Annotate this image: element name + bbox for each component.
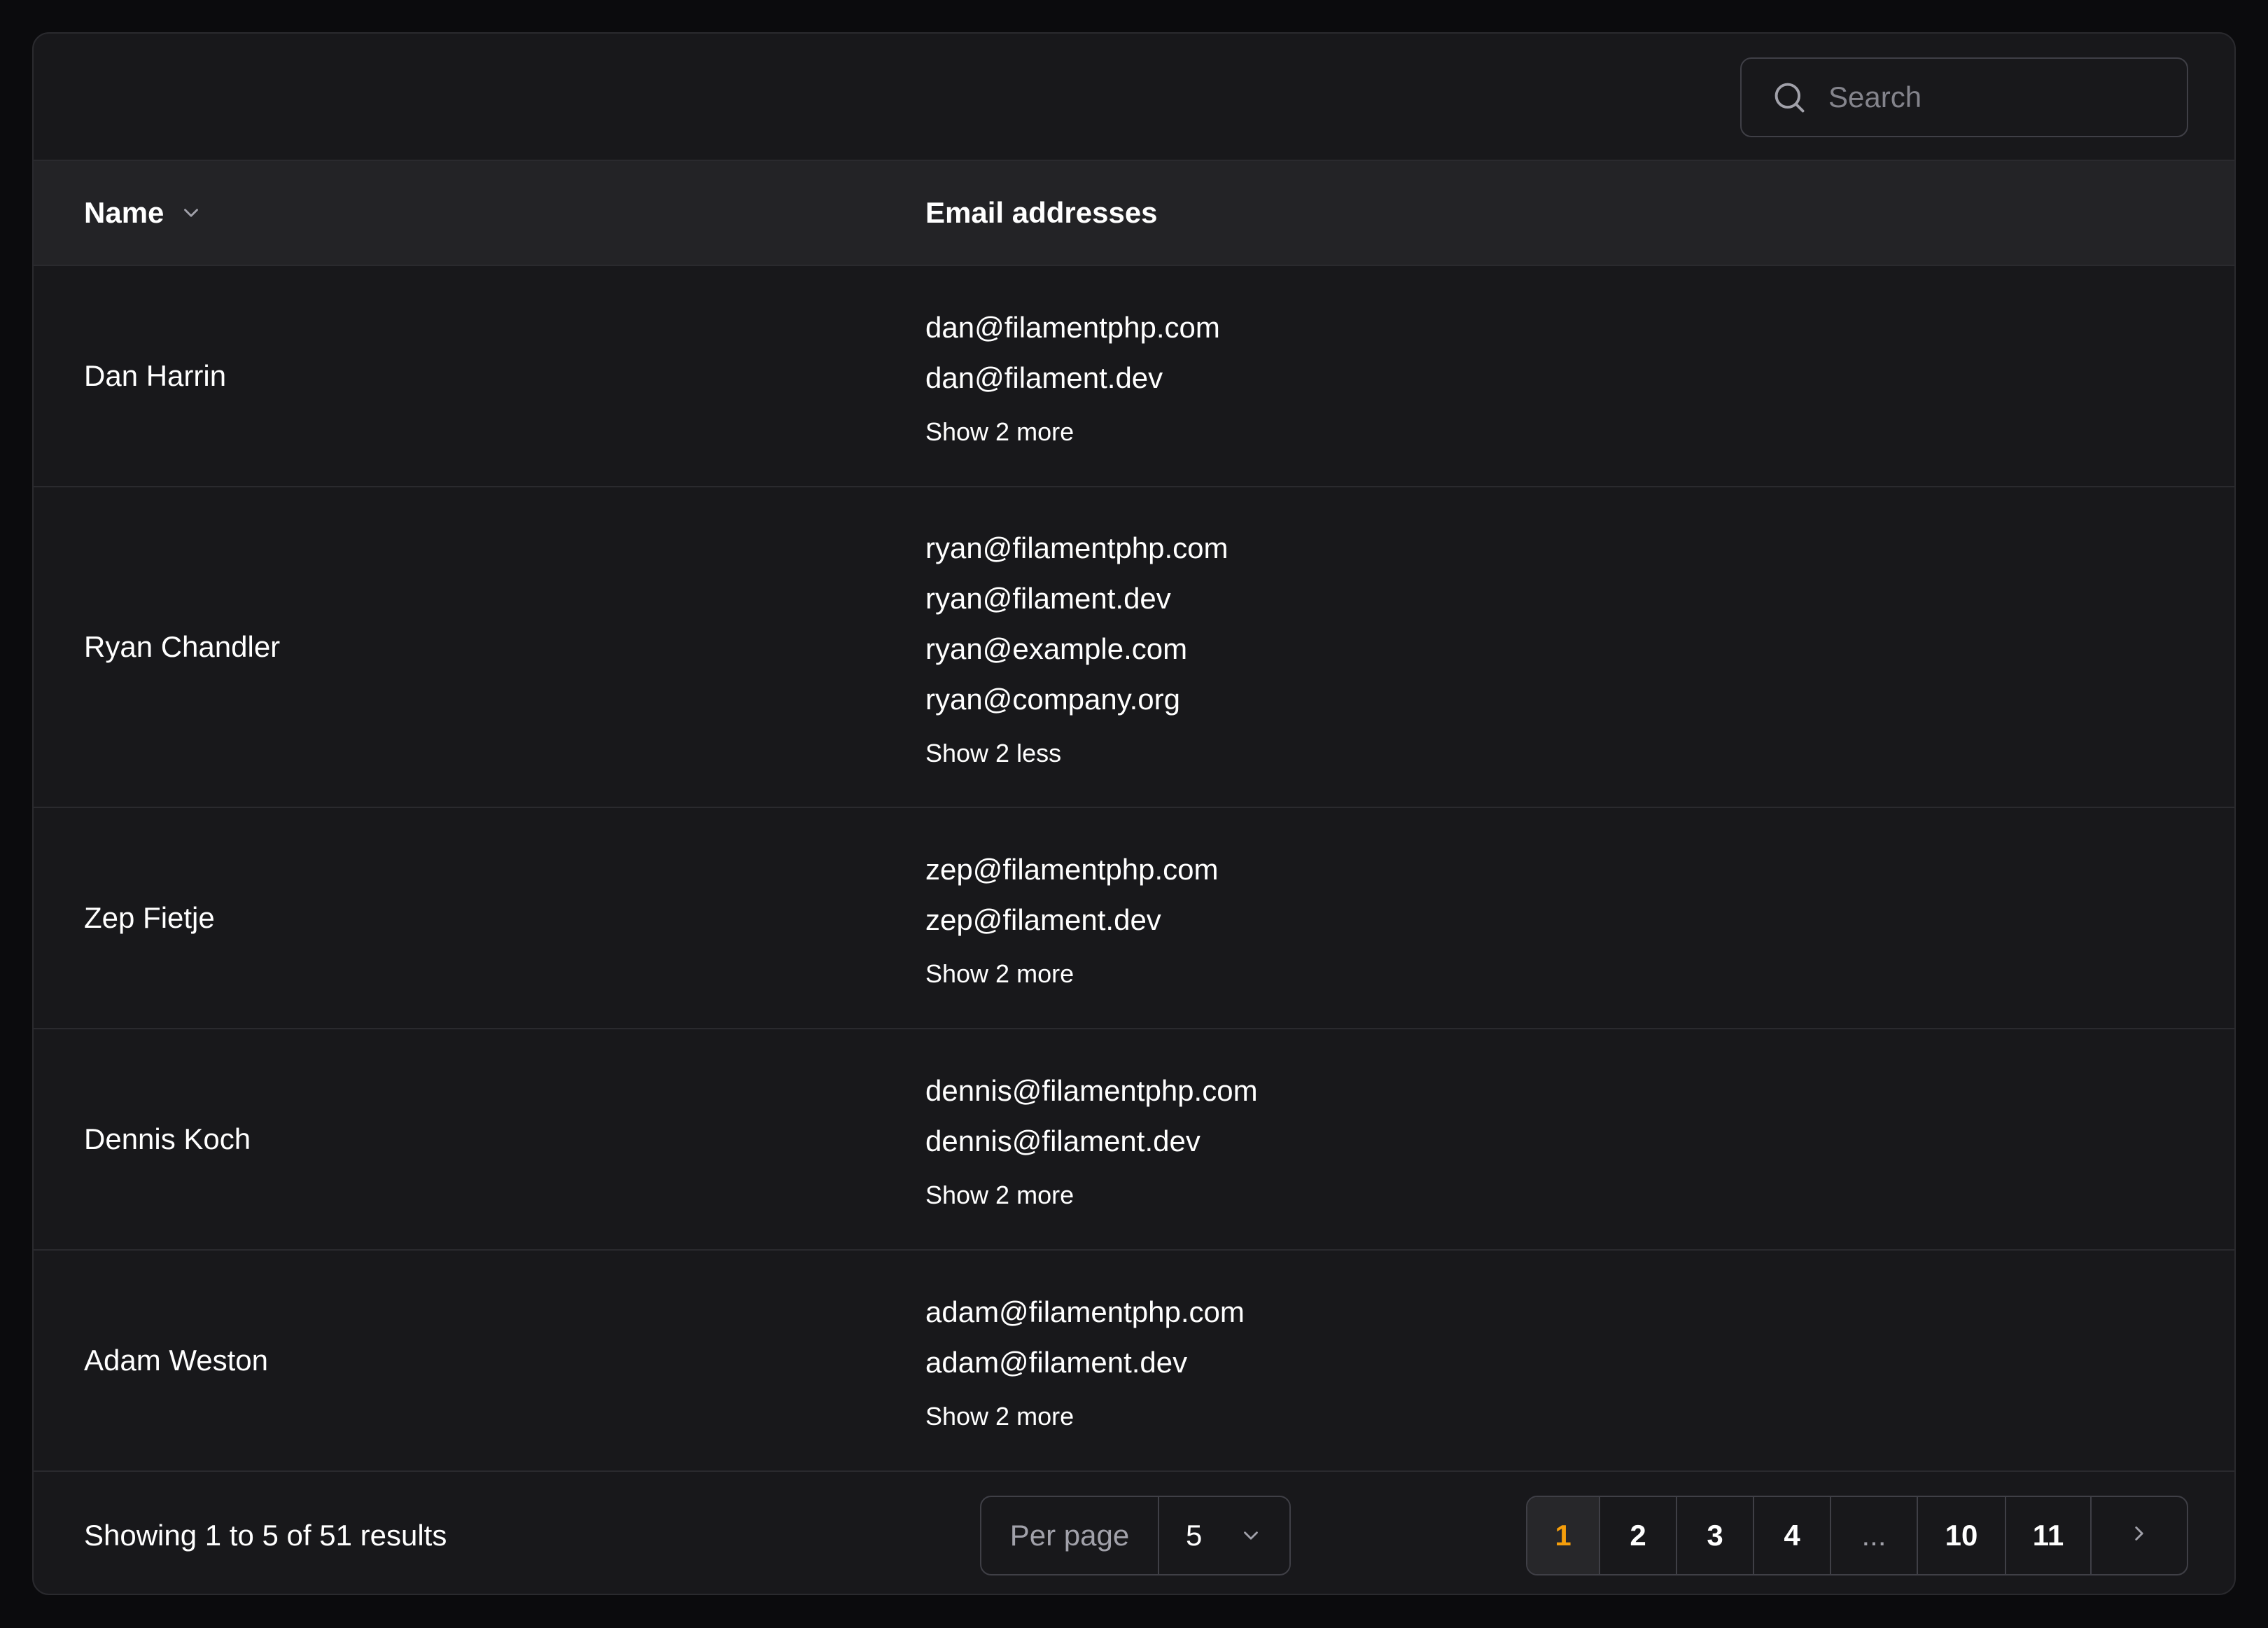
table-header: Name Email addresses	[34, 161, 2234, 266]
email-address: dennis@filament.dev	[925, 1125, 1200, 1157]
cell-name: Ryan Chandler	[84, 630, 281, 663]
show-more-toggle[interactable]: Show 2 more	[925, 415, 1220, 450]
show-more-toggle[interactable]: Show 2 more	[925, 1178, 1258, 1213]
column-header-emails: Email addresses	[925, 161, 1158, 265]
column-header-name-label: Name	[84, 196, 164, 229]
cell-emails: zep@filamentphp.com zep@filament.dev Show …	[925, 808, 1219, 1028]
table-toolbar	[34, 34, 2234, 161]
per-page-select[interactable]: Per page 5	[980, 1496, 1291, 1575]
cell-emails: ryan@filamentphp.com ryan@filament.dev rya…	[925, 487, 1228, 807]
table-card: Name Email addresses Dan Harrin dan@filam…	[32, 32, 2236, 1595]
email-address: dennis@filamentphp.com	[925, 1074, 1258, 1107]
page-button-10[interactable]: 10	[1918, 1497, 2006, 1574]
page-button-1[interactable]: 1	[1527, 1497, 1600, 1574]
pagination: 1 2 3 4... 10 11	[1526, 1496, 2188, 1575]
search-field[interactable]	[1740, 57, 2188, 137]
cell-name: Adam Weston	[84, 1344, 269, 1377]
page-button-11[interactable]: 11	[2006, 1497, 2092, 1574]
email-address: dan@filament.dev	[925, 361, 1163, 394]
per-page-value: 5	[1186, 1519, 1203, 1552]
chevron-down-icon	[179, 201, 203, 225]
page-button-2[interactable]: 2	[1600, 1497, 1677, 1574]
table-row: Dan Harrin dan@filamentphp.com dan@filamen…	[34, 266, 2234, 487]
column-header-emails-label: Email addresses	[925, 196, 1158, 229]
table-row: Zep Fietje zep@filamentphp.com zep@filamen…	[34, 808, 2234, 1029]
pagination-ellipsis: ...	[1831, 1497, 1918, 1574]
cell-emails: dennis@filamentphp.com dennis@filament.de…	[925, 1029, 1258, 1249]
email-address: adam@filamentphp.com	[925, 1295, 1245, 1328]
table-row: Adam Weston adam@filamentphp.com adam@fila…	[34, 1251, 2234, 1472]
per-page-label: Per page	[981, 1497, 1159, 1574]
cell-name: Zep Fietje	[84, 901, 215, 934]
next-page-button[interactable]	[2092, 1497, 2187, 1574]
email-address: adam@filament.dev	[925, 1346, 1188, 1379]
results-summary: Showing 1 to 5 of 51 results	[84, 1519, 447, 1552]
email-address: zep@filament.dev	[925, 903, 1161, 936]
cell-name: Dennis Koch	[84, 1122, 251, 1155]
email-address: ryan@company.org	[925, 683, 1181, 716]
cell-name: Dan Harrin	[84, 359, 227, 392]
per-page-dropdown[interactable]: 5	[1159, 1497, 1289, 1574]
email-address: ryan@filamentphp.com	[925, 531, 1228, 564]
table-footer: Showing 1 to 5 of 51 results Per page 5 …	[34, 1472, 2234, 1594]
page-button-4[interactable]: 4	[1754, 1497, 1831, 1574]
cell-emails: dan@filamentphp.com dan@filament.dev Show …	[925, 266, 1220, 486]
show-more-toggle[interactable]: Show 2 more	[925, 956, 1219, 992]
chevron-down-icon	[1239, 1497, 1263, 1574]
search-input[interactable]	[1827, 80, 2166, 115]
search-icon	[1770, 78, 1809, 117]
show-more-toggle[interactable]: Show 2 more	[925, 1399, 1245, 1434]
table-body: Dan Harrin dan@filamentphp.com dan@filamen…	[34, 266, 2234, 1472]
chevron-right-icon	[2127, 1519, 2151, 1552]
show-more-toggle[interactable]: Show 2 less	[925, 736, 1228, 771]
email-address: dan@filamentphp.com	[925, 311, 1220, 344]
email-address: zep@filamentphp.com	[925, 853, 1219, 886]
table-row: Ryan Chandler ryan@filamentphp.com ryan@fi…	[34, 487, 2234, 808]
page-button-3[interactable]: 3	[1677, 1497, 1754, 1574]
column-header-name[interactable]: Name	[84, 161, 203, 265]
table-row: Dennis Koch dennis@filamentphp.com dennis@…	[34, 1029, 2234, 1251]
cell-emails: adam@filamentphp.com adam@filament.dev Sho…	[925, 1251, 1245, 1470]
email-address: ryan@example.com	[925, 632, 1188, 665]
email-address: ryan@filament.dev	[925, 582, 1171, 615]
